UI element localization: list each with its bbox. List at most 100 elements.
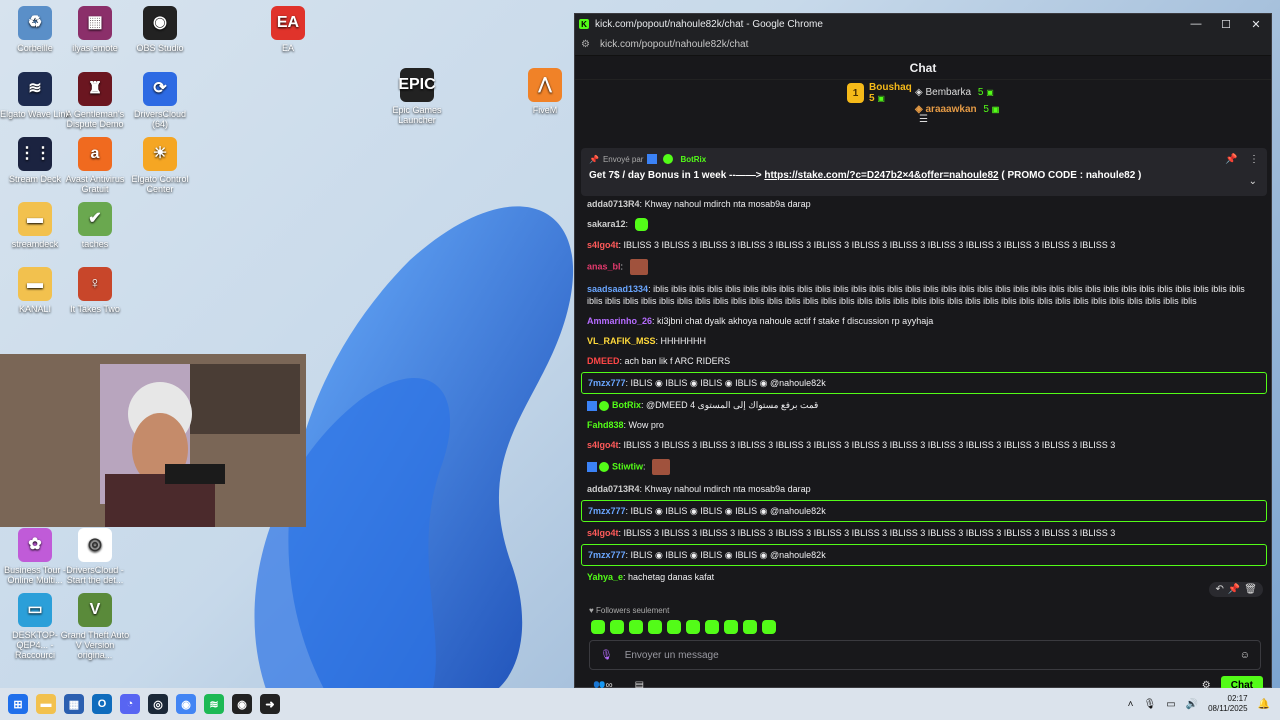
- chat-message[interactable]: DMEED: ach ban lik f ARC RIDERS: [581, 351, 1267, 371]
- desktop-icon[interactable]: a Avast Antivirus Gratuit: [60, 137, 130, 194]
- chat-username[interactable]: 7mzx777: [588, 550, 626, 560]
- chat-message[interactable]: anas_bl:: [581, 255, 1267, 279]
- unpin-icon[interactable]: 📌: [1225, 154, 1237, 165]
- start-menu-icon[interactable]: ⊞: [8, 694, 28, 714]
- desktop-icon[interactable]: ◉ OBS Studio: [125, 6, 195, 53]
- clock[interactable]: 02:17 08/11/2025: [1208, 694, 1247, 714]
- leader-second-count: 5: [977, 87, 984, 98]
- desktop-icon[interactable]: ♀ It Takes Two: [60, 267, 130, 314]
- obs-icon[interactable]: ◉: [232, 694, 252, 714]
- chat-message[interactable]: saadsaad1334: iblis iblis iblis iblis ib…: [581, 279, 1267, 311]
- desktop-icon[interactable]: EPIC Epic Games Launcher: [382, 68, 452, 125]
- site-info-icon[interactable]: ⚙: [581, 39, 590, 50]
- pinned-link[interactable]: https://stake.com/?c=D247b2×4&offer=naho…: [764, 170, 998, 181]
- desktop-icon[interactable]: ♜ A Gentleman's Dispute Demo: [60, 72, 130, 129]
- emote-icon[interactable]: [610, 620, 624, 634]
- desktop-icon[interactable]: ⋀ FiveM: [510, 68, 580, 115]
- chat-username[interactable]: s4lgo4t: [587, 528, 619, 538]
- pinned-sender[interactable]: BotRix: [680, 155, 706, 164]
- emote-icon[interactable]: [629, 620, 643, 634]
- microphone-icon[interactable]: 🎙: [600, 650, 613, 661]
- volume-icon[interactable]: 🔊: [1186, 699, 1198, 710]
- desktop-icon[interactable]: ▦ ilyas emote: [60, 6, 130, 53]
- desktop-icon[interactable]: ✔ taches: [60, 202, 130, 249]
- microphone-tray-icon[interactable]: 🎙: [1143, 699, 1156, 710]
- desktop-icon[interactable]: ⟳ DriversCloud (64): [125, 72, 195, 129]
- app-arrow-icon[interactable]: ➜: [260, 694, 280, 714]
- emoji-picker-icon[interactable]: ☺: [1240, 650, 1250, 661]
- outlook-icon[interactable]: O: [92, 694, 112, 714]
- chat-message[interactable]: s4lgo4t: IBLISS 3 IBLISS 3 IBLISS 3 IBLI…: [581, 435, 1267, 455]
- minimize-button[interactable]: —: [1181, 18, 1211, 31]
- discord-icon[interactable]: ◔: [120, 694, 140, 714]
- chat-username[interactable]: anas_bl: [587, 262, 621, 272]
- chat-username[interactable]: VL_RAFIK_MSS: [587, 336, 656, 346]
- leader-second[interactable]: ◈ Bembarka 5 ▣: [915, 87, 994, 98]
- chat-message[interactable]: VL_RAFIK_MSS: HHHHHHH: [581, 331, 1267, 351]
- desktop-icon[interactable]: ◎ DriversCloud - Start the det...: [60, 528, 130, 585]
- chat-username[interactable]: Yahya_e: [587, 572, 623, 582]
- chat-username[interactable]: sakara12: [587, 219, 626, 229]
- pin-message-icon[interactable]: 📌: [1228, 584, 1240, 595]
- chat-username[interactable]: Fahd838: [587, 420, 624, 430]
- chat-username[interactable]: s4lgo4t: [587, 240, 619, 250]
- network-icon[interactable]: ▭: [1166, 699, 1175, 710]
- leader-first[interactable]: 1 Boushaq 5 ▣: [847, 82, 912, 104]
- chat-message[interactable]: adda0713R4: Khway nahoul mdirch nta mosa…: [581, 194, 1267, 214]
- collapse-leaderboard-icon[interactable]: ☰: [919, 114, 928, 125]
- tray-overflow-icon[interactable]: ˄: [1128, 699, 1134, 710]
- chat-username[interactable]: 7mzx777: [588, 506, 626, 516]
- emote-icon[interactable]: [743, 620, 757, 634]
- desktop-icon[interactable]: V Grand Theft Auto V Version origina...: [60, 593, 130, 660]
- chat-username[interactable]: adda0713R4: [587, 199, 640, 209]
- chrome-icon[interactable]: ◉: [176, 694, 196, 714]
- chat-message[interactable]: s4lgo4t: IBLISS 3 IBLISS 3 IBLISS 3 IBLI…: [581, 523, 1267, 543]
- chat-message[interactable]: 7mzx777: IBLIS ◉ IBLIS ◉ IBLIS ◉ IBLIS ◉…: [581, 500, 1267, 523]
- chat-username[interactable]: DMEED: [587, 356, 620, 366]
- emote-icon[interactable]: [762, 620, 776, 634]
- verified-badge-icon: [663, 154, 674, 164]
- desktop-icon-label: DriversCloud (64): [133, 109, 186, 129]
- url-text[interactable]: kick.com/popout/nahoule82k/chat: [600, 39, 748, 50]
- emote-icon[interactable]: [724, 620, 738, 634]
- reply-icon[interactable]: ↶: [1215, 584, 1223, 595]
- emote-icon[interactable]: [591, 620, 605, 634]
- chat-message[interactable]: s4lgo4t: IBLISS 3 IBLISS 3 IBLISS 3 IBLI…: [581, 235, 1267, 255]
- file-explorer-icon[interactable]: ▬: [36, 694, 56, 714]
- maximize-button[interactable]: ☐: [1211, 18, 1241, 31]
- emote-icon[interactable]: [705, 620, 719, 634]
- more-options-icon[interactable]: ⋮: [1249, 154, 1259, 165]
- chat-message[interactable]: Stiwtiw:: [581, 455, 1267, 479]
- desktop-icon[interactable]: ☀ Elgato Control Center: [125, 137, 195, 194]
- chat-message[interactable]: Fahd838: Wow pro: [581, 415, 1267, 435]
- store-app-icon[interactable]: ▦: [64, 694, 84, 714]
- message-input[interactable]: 🎙 Envoyer un message ☺: [589, 640, 1261, 670]
- chat-username[interactable]: 7mzx777: [588, 378, 626, 388]
- emote-icon[interactable]: [648, 620, 662, 634]
- chat-username[interactable]: saadsaad1334: [587, 284, 648, 294]
- expand-chevron-icon[interactable]: ⌄: [1249, 176, 1257, 187]
- desktop-icon[interactable]: EA EA: [253, 6, 323, 53]
- delete-icon[interactable]: 🗑: [1244, 584, 1257, 595]
- emote-icon[interactable]: [667, 620, 681, 634]
- steam-icon[interactable]: ◎: [148, 694, 168, 714]
- chat-message[interactable]: Ammarinho_26: ki3jbni chat dyalk akhoya …: [581, 311, 1267, 331]
- chat-username[interactable]: adda0713R4: [587, 484, 640, 494]
- chat-message[interactable]: adda0713R4: Khway nahoul mdirch nta mosa…: [581, 479, 1267, 499]
- chat-message[interactable]: sakara12:: [581, 214, 1267, 235]
- chat-username[interactable]: BotRix: [612, 400, 641, 410]
- notifications-icon[interactable]: 🔔: [1258, 699, 1270, 710]
- emote-icon[interactable]: [686, 620, 700, 634]
- chat-username[interactable]: s4lgo4t: [587, 440, 619, 450]
- chat-message[interactable]: Yahya_e: hachetag danas kafat: [581, 567, 1267, 587]
- chat-message[interactable]: BotRix: @DMEED قمت برفع مستواك إلى المست…: [581, 395, 1267, 415]
- emote-icon: [629, 259, 648, 276]
- chat-username[interactable]: Stiwtiw: [612, 462, 643, 472]
- chat-message[interactable]: 7mzx777: IBLIS ◉ IBLIS ◉ IBLIS ◉ IBLIS ◉…: [581, 544, 1267, 567]
- chat-username[interactable]: Ammarinho_26: [587, 316, 652, 326]
- spotify-icon[interactable]: ≋: [204, 694, 224, 714]
- close-button[interactable]: ✕: [1241, 18, 1271, 31]
- address-bar[interactable]: ⚙ kick.com/popout/nahoule82k/chat: [575, 34, 1271, 56]
- chat-message[interactable]: 7mzx777: IBLIS ◉ IBLIS ◉ IBLIS ◉ IBLIS ◉…: [581, 372, 1267, 395]
- app-icon: ⟳: [143, 72, 177, 106]
